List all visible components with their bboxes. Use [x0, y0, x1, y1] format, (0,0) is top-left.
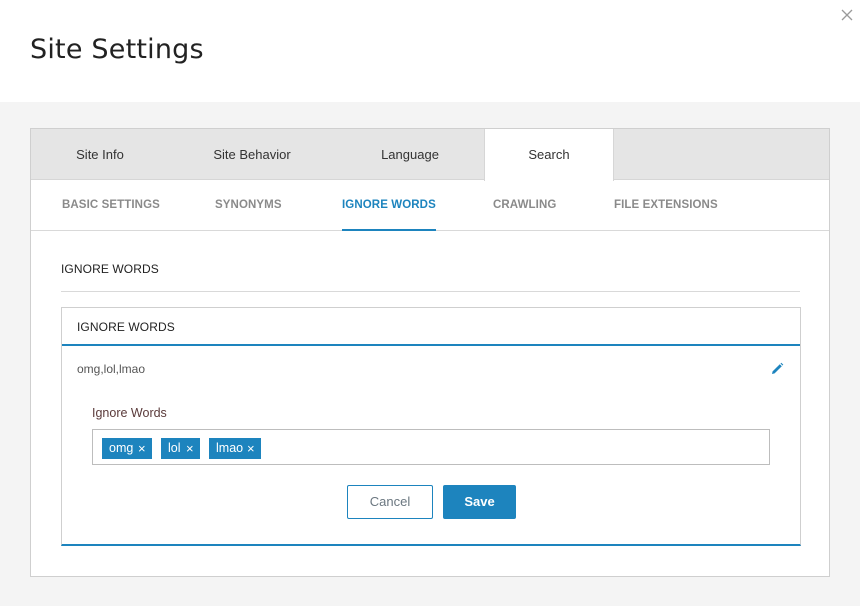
tag-label: lmao	[216, 441, 244, 455]
section-divider	[61, 291, 800, 292]
settings-panel: Site Info Site Behavior Language Search …	[30, 128, 830, 577]
tab-language[interactable]: Language	[335, 129, 485, 180]
card-title: IGNORE WORDS	[77, 320, 175, 334]
modal-header: Site Settings	[0, 0, 860, 102]
tab-site-info[interactable]: Site Info	[31, 129, 169, 180]
subtab-synonyms[interactable]: SYNONYMS	[215, 180, 282, 231]
ignore-words-card: IGNORE WORDS omg,lol,lmao Ignore Words o…	[61, 307, 801, 546]
page-title: Site Settings	[30, 34, 204, 65]
tag-chip: omg ×	[102, 438, 152, 459]
sub-tabs: BASIC SETTINGS SYNONYMS IGNORE WORDS CRA…	[31, 180, 829, 231]
ignore-words-label: Ignore Words	[92, 406, 167, 420]
card-header: IGNORE WORDS	[62, 308, 800, 346]
close-icon[interactable]	[838, 6, 856, 24]
remove-tag-icon[interactable]: ×	[186, 438, 194, 459]
tag-chip: lmao ×	[209, 438, 261, 459]
remove-tag-icon[interactable]: ×	[138, 438, 146, 459]
tag-label: omg	[109, 441, 134, 455]
tag-chip: lol ×	[161, 438, 200, 459]
ignore-words-tag-input[interactable]: omg × lol × lmao ×	[92, 429, 770, 465]
tab-search[interactable]: Search	[484, 129, 614, 181]
subtab-crawling[interactable]: CRAWLING	[493, 180, 556, 231]
remove-tag-icon[interactable]: ×	[247, 438, 255, 459]
current-ignore-words-value: omg,lol,lmao	[77, 362, 146, 376]
tab-site-behavior[interactable]: Site Behavior	[169, 129, 335, 180]
subtab-ignore-words[interactable]: IGNORE WORDS	[342, 180, 436, 231]
subtab-basic-settings[interactable]: BASIC SETTINGS	[62, 180, 160, 231]
main-tabs: Site Info Site Behavior Language Search	[31, 129, 829, 181]
save-button[interactable]: Save	[443, 485, 516, 519]
subtab-file-extensions[interactable]: FILE EXTENSIONS	[614, 180, 718, 231]
section-title: IGNORE WORDS	[61, 262, 159, 276]
pencil-icon[interactable]	[769, 361, 785, 377]
cancel-button[interactable]: Cancel	[347, 485, 433, 519]
tag-label: lol	[168, 441, 181, 455]
